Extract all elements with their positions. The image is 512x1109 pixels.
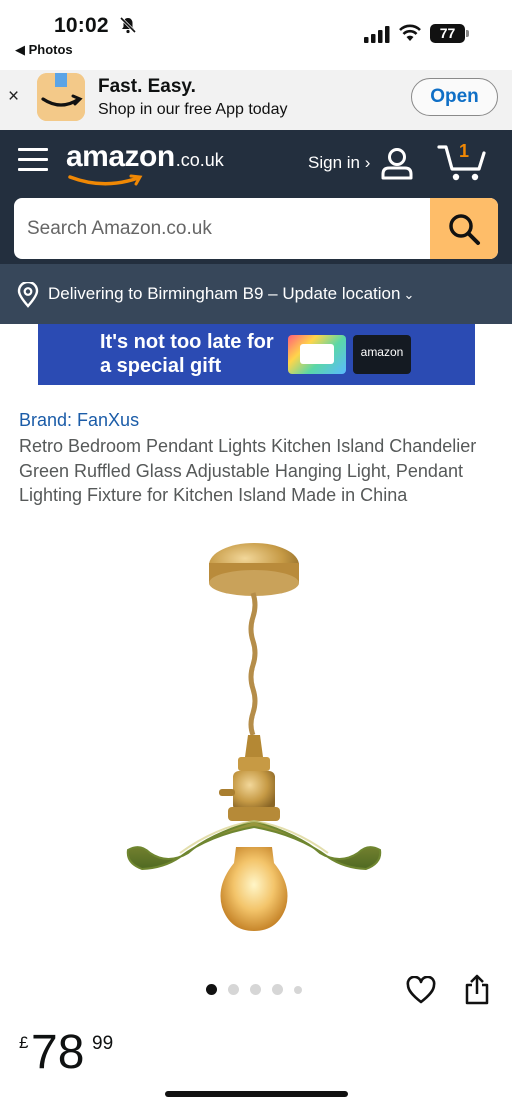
delivery-location-bar[interactable]: Delivering to Birmingham B9 – Update loc… — [0, 264, 512, 324]
app-banner-subtitle: Shop in our free App today — [98, 101, 288, 118]
price-fraction: 99 — [92, 1033, 114, 1054]
delivery-location-label: Delivering to Birmingham B9 – Update loc… — [48, 284, 401, 303]
open-app-button[interactable]: Open — [411, 78, 498, 116]
search-input[interactable] — [14, 198, 430, 259]
app-banner-title: Fast. Easy. — [98, 76, 196, 97]
hamburger-icon[interactable] — [18, 148, 48, 174]
gift-card-promo-banner[interactable]: It's not too late for a special gift ama… — [38, 324, 475, 385]
carousel-dot[interactable] — [272, 984, 283, 995]
app-promo-banner: × Fast. Easy. Shop in our free App today… — [0, 70, 512, 130]
logo-tld: .co.uk — [175, 150, 224, 170]
promo-amazon-chip: amazon — [353, 335, 411, 374]
battery-icon: 77 — [430, 24, 465, 43]
chevron-down-icon: ⌄ — [403, 287, 415, 302]
price-currency: £ — [19, 1033, 29, 1052]
carousel-dot[interactable] — [206, 984, 217, 995]
search-bar — [14, 198, 498, 259]
logo-word: amazon — [66, 140, 175, 173]
amazon-logo[interactable]: amazon.co.uk — [66, 140, 224, 186]
carousel-dot[interactable] — [228, 984, 239, 995]
search-icon — [449, 213, 480, 245]
signal-icon — [364, 26, 390, 48]
close-icon[interactable]: × — [8, 86, 19, 108]
image-carousel-dots — [206, 984, 313, 995]
product-image[interactable] — [120, 535, 390, 940]
status-bar: 10:02 ◀ Photos 77 — [0, 0, 512, 70]
heart-icon[interactable] — [406, 975, 436, 1009]
search-button[interactable] — [430, 198, 498, 259]
price-whole: 78 — [31, 1026, 85, 1079]
promo-line-2: a special gift — [100, 355, 222, 377]
user-icon[interactable] — [380, 146, 414, 185]
home-indicator[interactable] — [165, 1091, 348, 1097]
brand-link[interactable]: Brand: FanXus — [19, 410, 139, 431]
delivery-location-text: Delivering to Birmingham B9 – Update loc… — [48, 284, 414, 304]
product-title: Retro Bedroom Pendant Lights Kitchen Isl… — [19, 436, 477, 505]
gift-card-label-area — [300, 344, 334, 364]
status-time: 10:02 — [54, 14, 109, 37]
battery-cap — [466, 30, 469, 37]
back-to-photos[interactable]: ◀ Photos — [15, 42, 73, 58]
promo-line-1: It's not too late for — [100, 331, 274, 353]
location-pin-icon — [17, 280, 39, 313]
bell-slash-icon — [119, 16, 137, 39]
cart-count: 1 — [459, 141, 470, 161]
carousel-dot[interactable] — [250, 984, 261, 995]
amazon-app-icon — [37, 73, 85, 121]
logo-smile-icon — [68, 174, 143, 186]
wifi-icon — [398, 24, 422, 47]
carousel-dot[interactable] — [294, 985, 302, 994]
sign-in-link[interactable]: Sign in › — [308, 153, 370, 173]
share-icon[interactable] — [464, 974, 490, 1011]
site-header: amazon.co.uk Sign in › 1 — [0, 130, 512, 264]
